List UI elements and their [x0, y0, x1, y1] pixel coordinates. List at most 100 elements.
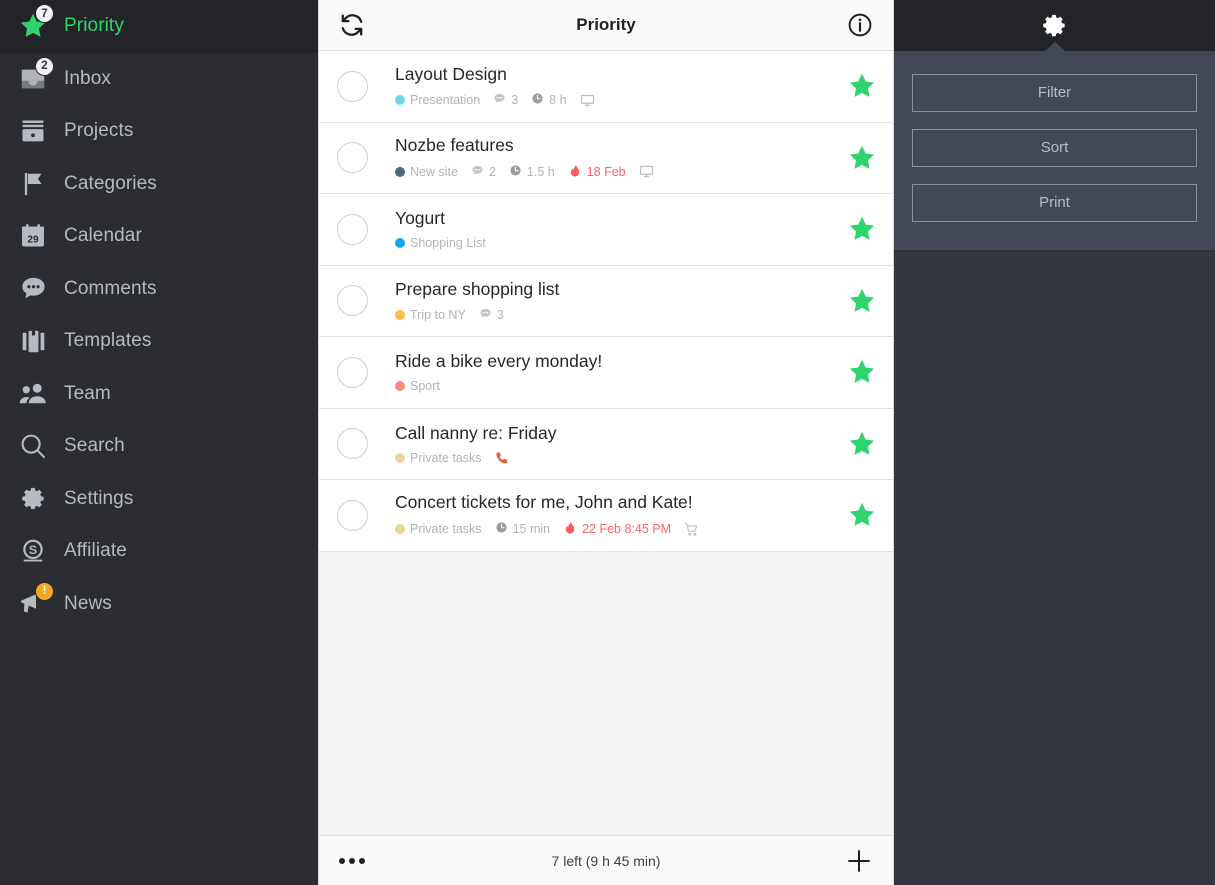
- filter-button[interactable]: Filter: [912, 74, 1197, 112]
- sidebar-item-news[interactable]: ! News: [0, 578, 318, 631]
- sidebar-item-search[interactable]: Search: [0, 420, 318, 473]
- cart-icon: [684, 522, 699, 537]
- task-count-label: 7 left (9 h 45 min): [551, 852, 661, 869]
- project-label: Private tasks: [410, 450, 482, 465]
- task-body: Yogurt Shopping List: [368, 208, 847, 250]
- project-color-dot: [395, 309, 405, 320]
- project-label: Presentation: [410, 93, 481, 108]
- task-checkbox[interactable]: [337, 428, 368, 460]
- task-checkbox[interactable]: [337, 356, 368, 388]
- task-checkbox[interactable]: [337, 499, 368, 531]
- task-star-icon[interactable]: [847, 357, 877, 387]
- sidebar-item-label: Priority: [64, 15, 124, 37]
- sidebar-item-templates[interactable]: Templates: [0, 315, 318, 368]
- project-color-dot: [395, 452, 405, 463]
- task-checkbox[interactable]: [337, 213, 368, 245]
- sidebar-item-label: Categories: [64, 172, 157, 194]
- svg-text:29: 29: [27, 235, 39, 246]
- sidebar-item-calendar[interactable]: 29 Calendar: [0, 210, 318, 263]
- task-star-icon[interactable]: [847, 143, 877, 173]
- sidebar-item-settings[interactable]: Settings: [0, 473, 318, 526]
- task-meta: Shopping List: [395, 236, 847, 250]
- flame-icon: [568, 163, 582, 181]
- sidebar-item-label: Team: [64, 382, 111, 404]
- task-due: 18 Feb: [568, 163, 626, 181]
- project-label: Shopping List: [410, 236, 486, 251]
- task-row[interactable]: Concert tickets for me, John and Kate! Pr…: [319, 480, 893, 552]
- clock-icon: [509, 164, 522, 180]
- task-star-icon[interactable]: [847, 214, 877, 244]
- task-project: Trip to NY: [395, 308, 466, 322]
- star-icon: 7: [10, 4, 56, 46]
- task-body: Ride a bike every monday! Sport: [368, 351, 847, 393]
- task-meta: Private tasks: [395, 451, 847, 465]
- print-button[interactable]: Print: [912, 184, 1197, 222]
- sidebar-item-projects[interactable]: Projects: [0, 105, 318, 158]
- sync-icon[interactable]: [339, 12, 365, 38]
- sidebar-item-label: Settings: [64, 487, 134, 509]
- task-row[interactable]: Prepare shopping list Trip to NY 3: [319, 265, 893, 337]
- task-body: Nozbe features New site 2 1.5 h 18 Feb: [368, 135, 847, 181]
- task-time: 15 min: [495, 521, 551, 537]
- task-comments: 2: [471, 164, 496, 180]
- task-star-icon[interactable]: [847, 500, 877, 530]
- comments-icon: [10, 269, 56, 309]
- badge-inbox: 2: [35, 56, 54, 76]
- info-icon[interactable]: [847, 12, 873, 38]
- task-row[interactable]: Yogurt Shopping List: [319, 194, 893, 266]
- plus-icon[interactable]: [845, 847, 873, 875]
- task-checkbox[interactable]: [337, 70, 368, 102]
- sidebar-item-affiliate[interactable]: S Affiliate: [0, 525, 318, 578]
- sidebar-item-team[interactable]: Team: [0, 368, 318, 421]
- more-dots-icon[interactable]: [339, 857, 365, 864]
- task-row[interactable]: Call nanny re: Friday Private tasks: [319, 408, 893, 480]
- calendar-icon: 29: [10, 216, 56, 256]
- task-row[interactable]: Layout Design Presentation 3 8 h: [319, 51, 893, 123]
- time-label: 15 min: [512, 522, 551, 537]
- task-checkbox[interactable]: [337, 142, 368, 174]
- task-row[interactable]: Ride a bike every monday! Sport: [319, 337, 893, 409]
- task-star-icon[interactable]: [847, 286, 877, 316]
- task-row[interactable]: Nozbe features New site 2 1.5 h 18 Feb: [319, 122, 893, 194]
- sort-button[interactable]: Sort: [912, 129, 1197, 167]
- flame-icon: [563, 520, 577, 538]
- badge-priority: 7: [35, 4, 54, 24]
- due-label: 18 Feb: [586, 164, 626, 179]
- svg-text:S: S: [29, 543, 37, 557]
- task-list-pane: Priority Layout Design Presentation 3 8 h No…: [318, 0, 894, 885]
- task-due: 22 Feb 8:45 PM: [563, 520, 671, 538]
- clock-icon: [495, 521, 508, 537]
- sidebar-item-label: Search: [64, 435, 125, 457]
- task-body: Concert tickets for me, John and Kate! Pr…: [368, 492, 847, 538]
- project-label: Trip to NY: [410, 307, 466, 322]
- task-comments: 3: [493, 92, 518, 108]
- task-name: Prepare shopping list: [395, 278, 560, 299]
- task-checkbox[interactable]: [337, 285, 368, 317]
- task-name: Call nanny re: Friday: [395, 422, 557, 443]
- task-meta: Presentation 3 8 h: [395, 92, 847, 108]
- comment-count: 3: [511, 93, 519, 108]
- projects-icon: [10, 111, 56, 151]
- sidebar-item-label: Projects: [64, 120, 134, 142]
- sidebar-item-inbox[interactable]: 2 Inbox: [0, 53, 318, 106]
- task-project: Private tasks: [395, 522, 482, 536]
- sidebar-item-priority[interactable]: 7 Priority: [0, 0, 318, 53]
- task-star-icon[interactable]: [847, 429, 877, 459]
- sidebar-item-label: Comments: [64, 277, 157, 299]
- task-meta: New site 2 1.5 h 18 Feb: [395, 163, 847, 181]
- sidebar: 7 Priority 2 Inbox Projects Categories 29 Calen…: [0, 0, 318, 885]
- sidebar-item-label: Calendar: [64, 225, 142, 247]
- search-icon: [10, 426, 56, 466]
- sidebar-item-comments[interactable]: Comments: [0, 263, 318, 316]
- comment-bubble-icon: [493, 92, 506, 108]
- sidebar-item-categories[interactable]: Categories: [0, 158, 318, 211]
- task-name: Nozbe features: [395, 134, 514, 155]
- gear-icon: [10, 479, 56, 519]
- task-body: Call nanny re: Friday Private tasks: [368, 423, 847, 465]
- task-project: Private tasks: [395, 451, 482, 465]
- task-project: Presentation: [395, 93, 480, 107]
- project-color-dot: [395, 238, 405, 249]
- project-label: New site: [410, 164, 458, 179]
- task-star-icon[interactable]: [847, 71, 877, 101]
- project-color-dot: [395, 381, 405, 392]
